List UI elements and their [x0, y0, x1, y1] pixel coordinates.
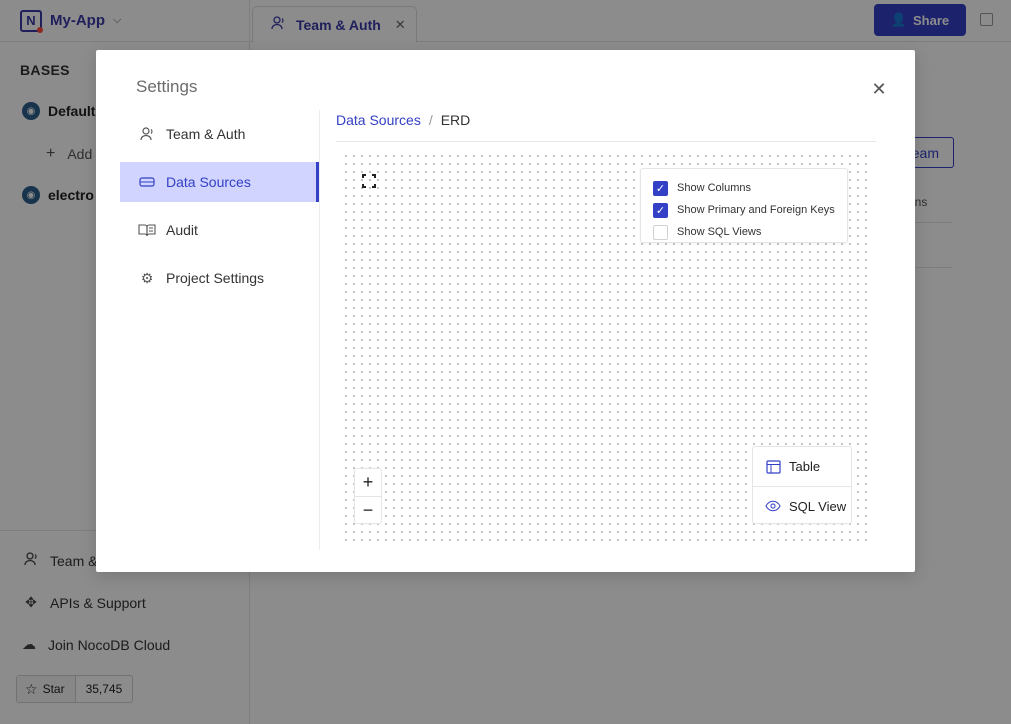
menu-item-data-sources[interactable]: Data Sources — [120, 162, 319, 202]
checkbox-label: Show Primary and Foreign Keys — [677, 204, 835, 216]
show-sql-views-checkbox[interactable]: Show SQL Views — [641, 221, 847, 243]
menu-item-label: Data Sources — [166, 174, 251, 190]
breadcrumb-separator: / — [428, 112, 433, 128]
erd-options-panel: ✓ Show Columns ✓ Show Primary and Foreig… — [640, 168, 848, 243]
legend-item-sql-view: SQL View — [753, 486, 851, 525]
breadcrumb-data-sources[interactable]: Data Sources — [336, 112, 421, 128]
checkbox-checked-icon[interactable]: ✓ — [653, 202, 668, 218]
menu-item-label: Team & Auth — [166, 126, 246, 142]
menu-item-audit[interactable]: Audit — [120, 210, 319, 250]
legend-item-table: Table — [753, 447, 851, 486]
eye-icon — [765, 500, 781, 512]
menu-item-label: Project Settings — [166, 270, 265, 286]
checkbox-unchecked-icon[interactable] — [653, 224, 668, 240]
zoom-controls: + − — [354, 468, 382, 524]
show-keys-checkbox[interactable]: ✓ Show Primary and Foreign Keys — [641, 199, 847, 221]
erd-legend: Table SQL View — [752, 446, 852, 524]
checkbox-label: Show SQL Views — [677, 226, 762, 238]
breadcrumb-current: ERD — [440, 112, 471, 128]
users-icon — [138, 127, 156, 141]
modal-title: Settings — [136, 77, 198, 96]
menu-item-label: Audit — [166, 222, 198, 238]
gear-icon: ⚙ — [140, 269, 154, 286]
legend-label: SQL View — [789, 498, 847, 514]
zoom-in-button[interactable]: + — [355, 469, 381, 496]
checkbox-label: Show Columns — [677, 182, 751, 194]
table-icon — [765, 459, 781, 474]
settings-modal: Settings ✕ Team & Auth Data Sources Audi… — [96, 50, 915, 572]
checkbox-checked-icon[interactable]: ✓ — [653, 180, 668, 196]
legend-label: Table — [789, 459, 821, 474]
book-icon — [138, 223, 156, 237]
menu-item-team-auth[interactable]: Team & Auth — [120, 114, 319, 154]
erd-canvas[interactable]: ✓ Show Columns ✓ Show Primary and Foreig… — [340, 150, 868, 544]
settings-menu: Team & Auth Data Sources Audit ⚙ Project… — [120, 110, 320, 550]
zoom-out-button[interactable]: − — [355, 496, 381, 523]
database-icon — [138, 177, 156, 187]
close-icon[interactable]: ✕ — [870, 79, 888, 99]
divider — [336, 141, 876, 142]
menu-item-project-settings[interactable]: ⚙ Project Settings — [120, 258, 319, 298]
show-columns-checkbox[interactable]: ✓ Show Columns — [641, 177, 847, 199]
breadcrumb: Data Sources / ERD — [336, 112, 470, 128]
fullscreen-icon[interactable] — [362, 174, 376, 188]
